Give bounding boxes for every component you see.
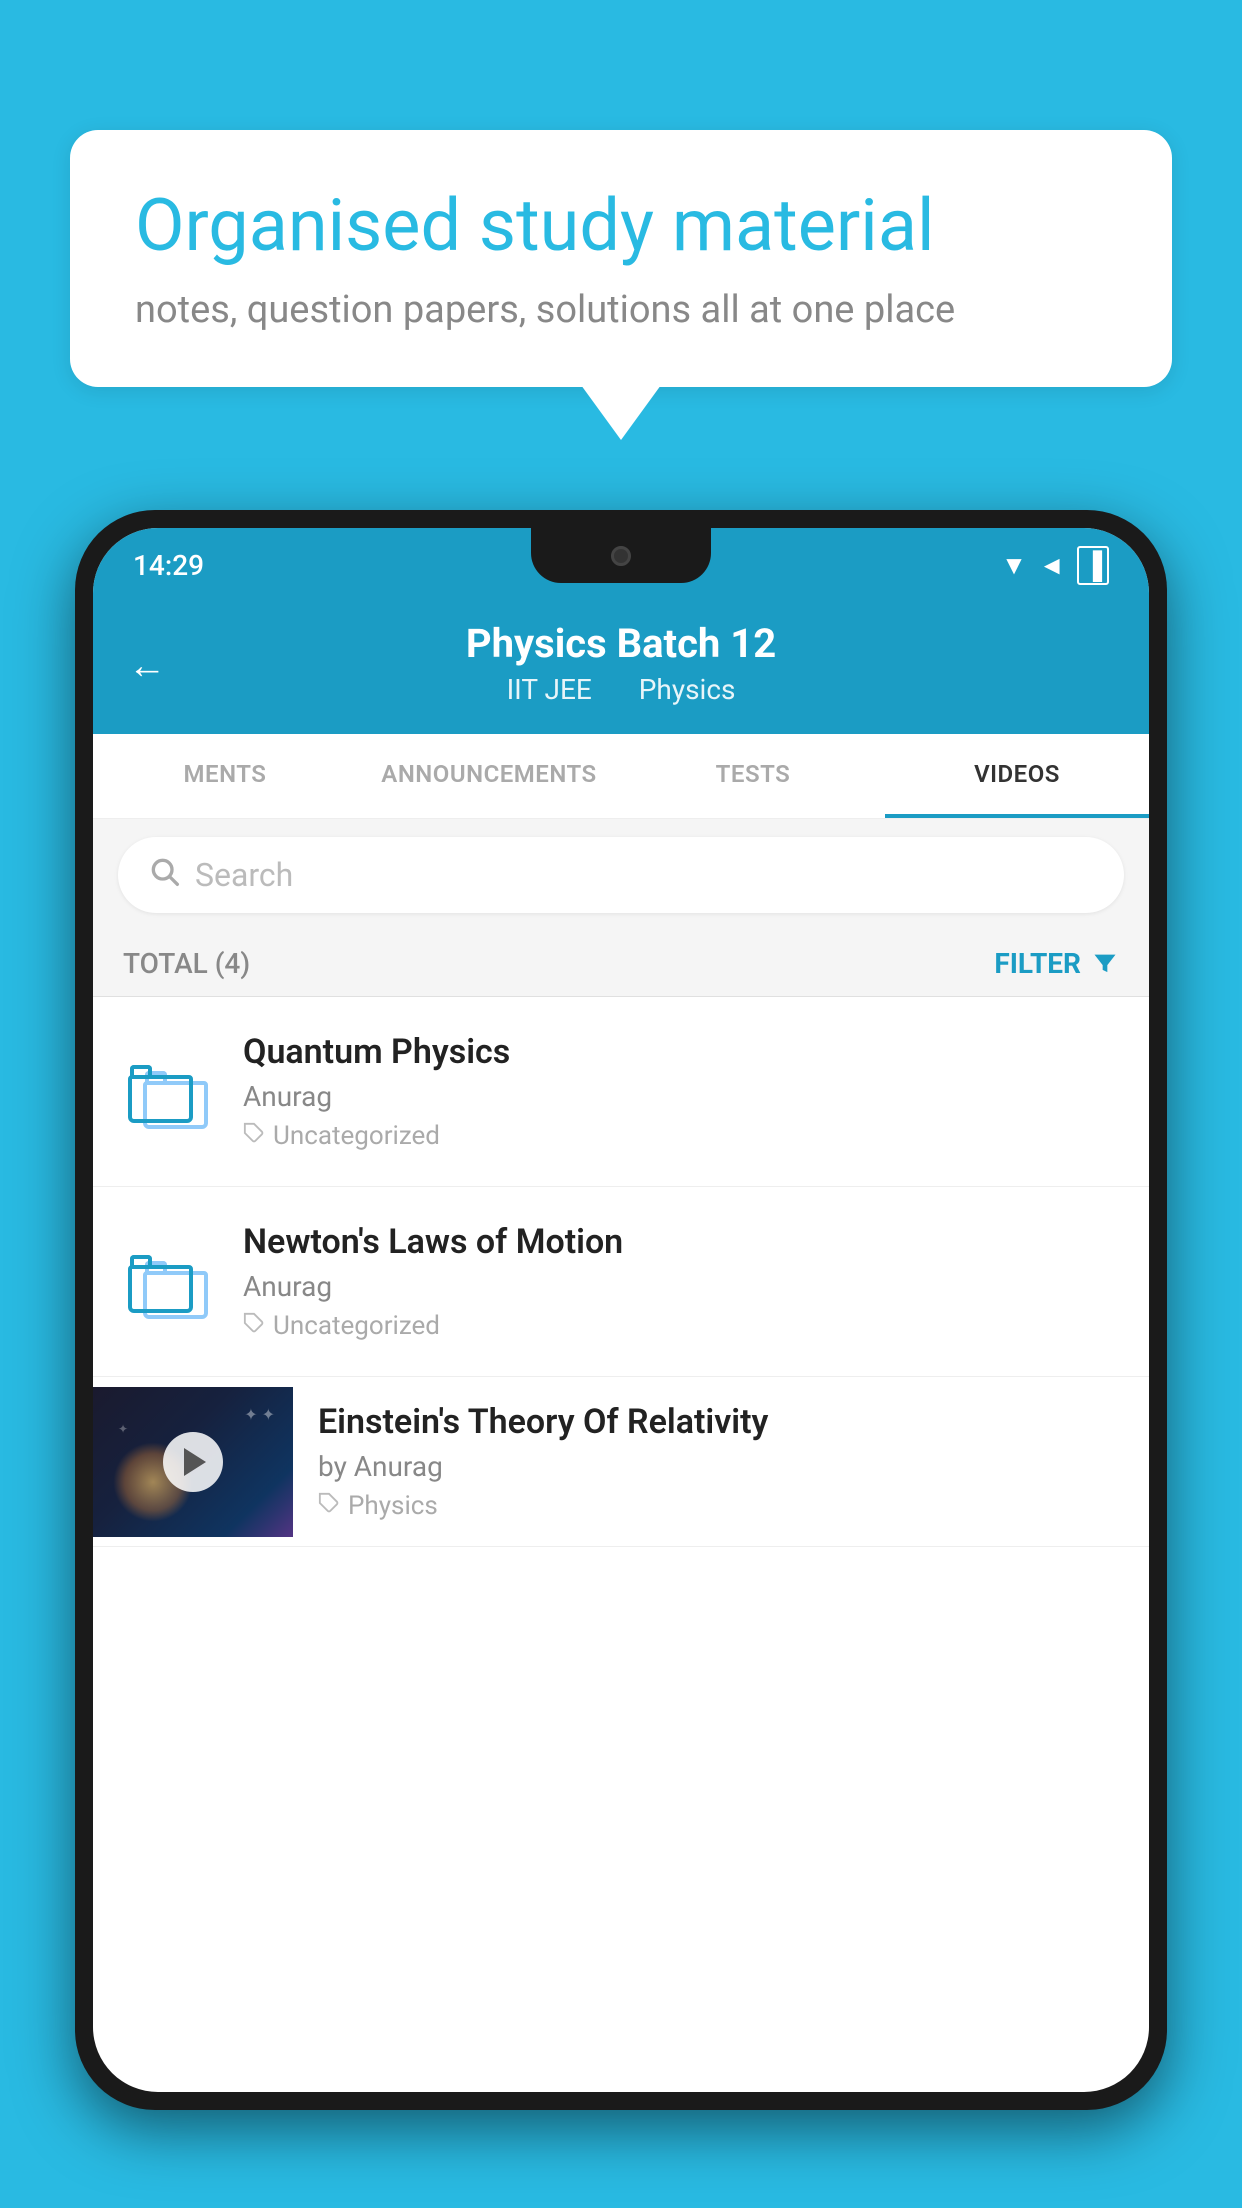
video-tag: Physics: [318, 1491, 1124, 1521]
signal-icon: ◄: [1039, 550, 1065, 581]
speech-bubble-card: Organised study material notes, question…: [70, 130, 1172, 387]
list-item-video[interactable]: ✦ ✦ ✦ Einstein's Theory Of Relativity by…: [93, 1377, 1149, 1547]
front-camera: [611, 546, 631, 566]
subtitle-part2: Physics: [639, 673, 736, 706]
video-title: Einstein's Theory Of Relativity: [318, 1402, 1124, 1442]
tab-ments[interactable]: MENTS: [93, 734, 357, 818]
item-author: Anurag: [243, 1270, 1119, 1303]
item-tag: Uncategorized: [243, 1311, 1119, 1341]
folder-icon: [128, 1244, 208, 1319]
item-icon: [123, 1047, 213, 1137]
speech-bubble-arrow: [581, 385, 661, 440]
tag-icon: [243, 1121, 265, 1151]
item-info: Quantum Physics Anurag Uncategorized: [243, 1032, 1119, 1151]
item-title: Newton's Laws of Motion: [243, 1222, 1119, 1262]
tab-tests[interactable]: TESTS: [621, 734, 885, 818]
phone-notch: [531, 528, 711, 583]
search-placeholder: Search: [195, 856, 293, 894]
tab-announcements[interactable]: ANNOUNCEMENTS: [357, 734, 621, 818]
back-button[interactable]: ←: [128, 644, 166, 688]
speech-bubble-section: Organised study material notes, question…: [70, 130, 1172, 440]
item-author: Anurag: [243, 1080, 1119, 1113]
status-icons: ▼ ◄ ▐: [1001, 546, 1109, 585]
list-item[interactable]: Quantum Physics Anurag Uncategorized: [93, 997, 1149, 1187]
list-item[interactable]: Newton's Laws of Motion Anurag Uncategor…: [93, 1187, 1149, 1377]
total-count: TOTAL (4): [123, 947, 250, 980]
tab-bar: MENTS ANNOUNCEMENTS TESTS VIDEOS: [93, 734, 1149, 819]
tab-videos[interactable]: VIDEOS: [885, 734, 1149, 818]
folder-front: [128, 1065, 193, 1123]
item-icon: [123, 1237, 213, 1327]
screen-subtitle: IIT JEE Physics: [133, 673, 1109, 706]
phone-mockup: 14:29 ▼ ◄ ▐ ← Physics Batch 12 IIT JEE P…: [75, 510, 1167, 2208]
folder-icon: [128, 1054, 208, 1129]
battery-icon: ▐: [1077, 546, 1109, 585]
speech-bubble-subtitle: notes, question papers, solutions all at…: [135, 288, 1107, 332]
search-bar[interactable]: Search: [118, 837, 1124, 913]
content-list: Quantum Physics Anurag Uncategorized: [93, 997, 1149, 1547]
phone-screen: 14:29 ▼ ◄ ▐ ← Physics Batch 12 IIT JEE P…: [93, 528, 1149, 2092]
filter-row: TOTAL (4) FILTER: [93, 931, 1149, 997]
tag-icon: [243, 1311, 265, 1341]
speech-bubble-title: Organised study material: [135, 185, 1107, 268]
play-triangle-icon: [184, 1448, 206, 1476]
folder-front: [128, 1255, 193, 1313]
video-author: by Anurag: [318, 1450, 1124, 1483]
search-icon: [148, 855, 180, 895]
tag-icon: [318, 1491, 340, 1521]
wifi-icon: ▼: [1001, 550, 1027, 581]
play-button[interactable]: [163, 1432, 223, 1492]
filter-button[interactable]: FILTER: [994, 947, 1119, 980]
search-bar-wrapper: Search: [93, 819, 1149, 931]
top-bar: ← Physics Batch 12 IIT JEE Physics: [93, 598, 1149, 734]
video-thumbnail: ✦ ✦ ✦: [93, 1387, 293, 1537]
phone-frame: 14:29 ▼ ◄ ▐ ← Physics Batch 12 IIT JEE P…: [75, 510, 1167, 2110]
item-title: Quantum Physics: [243, 1032, 1119, 1072]
subtitle-part1: IIT JEE: [507, 673, 592, 706]
item-tag: Uncategorized: [243, 1121, 1119, 1151]
item-info: Newton's Laws of Motion Anurag Uncategor…: [243, 1222, 1119, 1341]
video-info: Einstein's Theory Of Relativity by Anura…: [293, 1377, 1149, 1546]
screen-title: Physics Batch 12: [133, 620, 1109, 667]
